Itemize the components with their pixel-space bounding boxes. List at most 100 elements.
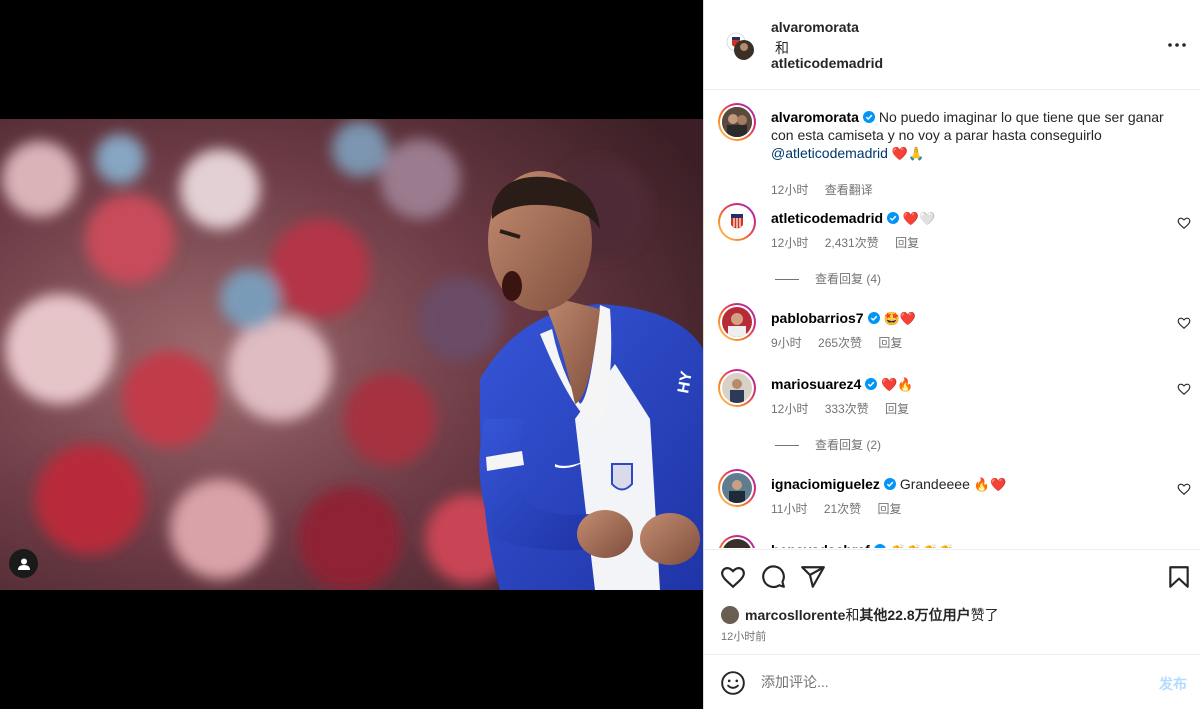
liker-avatar (721, 606, 739, 624)
comment-item: ignaciomiguelez Grandeeee 🔥❤️ 11小时 21次赞 … (704, 469, 1200, 529)
comment-username[interactable]: pablobarrios7 (771, 310, 864, 326)
caption-time[interactable]: 12小时 (771, 183, 808, 197)
caption-emojis: ❤️🙏 (891, 147, 925, 162)
comments-list[interactable]: alvaromorata No puedo imaginar lo que ti… (704, 91, 1200, 548)
reply-button[interactable]: 回复 (878, 336, 902, 350)
comment-avatar[interactable] (718, 469, 756, 507)
comment-likes[interactable]: 333次赞 (825, 402, 869, 416)
comment-meta: 12小时 333次赞 回复 (771, 400, 922, 417)
post-actions: marcosllorente和其他22.8万位用户赞了 12小时前 (704, 549, 1200, 653)
caption-mention[interactable]: @atleticodemadrid (771, 145, 888, 161)
comment-meta: 12小时 2,431次赞 回复 (771, 234, 932, 251)
comment-text: pablobarrios7 🤩❤️ (771, 309, 1171, 329)
verified-icon (887, 212, 900, 224)
comment-text: mariosuarez4 ❤️🔥 (771, 375, 1171, 395)
comment-avatar[interactable] (718, 369, 756, 407)
add-comment-bar: 发布 (704, 654, 1200, 709)
translate-link[interactable]: 查看翻译 (825, 183, 873, 197)
user-tag-button[interactable] (9, 549, 38, 578)
comment-likes[interactable]: 2,431次赞 (825, 236, 879, 250)
view-replies-line (775, 445, 799, 447)
comment-time[interactable]: 12小时 (771, 402, 808, 416)
comment-meta: 11小时 21次赞 回复 (771, 500, 915, 517)
view-replies-button[interactable]: 查看回复 (4) (775, 270, 881, 287)
verified-icon (862, 111, 875, 123)
verified-icon (874, 544, 886, 548)
comment-username[interactable]: mariosuarez4 (771, 376, 861, 392)
avatar-image (722, 373, 752, 403)
header-collaborator-username[interactable]: atleticodemadrid (771, 55, 883, 71)
user-tag-icon (17, 558, 30, 570)
view-replies-label: 查看回复 (2) (815, 438, 882, 452)
avatar-image (722, 207, 752, 237)
emoji-icon[interactable] (720, 670, 746, 696)
post-sidebar: alvaromorata 和 atleticodemadrid alvaromo… (703, 0, 1200, 709)
comment-username[interactable]: atleticodemadrid (771, 210, 883, 226)
likes-connector: 和 (845, 607, 860, 623)
comment-time[interactable]: 12小时 (771, 236, 808, 250)
heart-icon[interactable] (1177, 216, 1191, 230)
verified-icon (865, 378, 878, 390)
comment-text: ignaciomiguelez Grandeeee 🔥❤️ (771, 475, 1171, 495)
heart-icon[interactable] (1177, 316, 1191, 330)
comment-text: atleticodemadrid ❤️🤍 (771, 209, 1171, 229)
heart-icon[interactable] (720, 564, 746, 590)
likes-suffix: 赞了 (970, 607, 999, 623)
collab-avatars[interactable] (724, 29, 756, 61)
comment-emojis: ❤️🤍 (902, 212, 936, 227)
comment-username[interactable]: ignaciomiguelez (771, 476, 880, 492)
caption: alvaromorata No puedo imaginar lo que ti… (704, 103, 1200, 197)
post-comment-button[interactable]: 发布 (1159, 674, 1187, 694)
comment-likes[interactable]: 21次赞 (824, 502, 861, 516)
comment-emojis: ❤️🔥 (881, 378, 914, 393)
comment-emojis: 👏👏👏👏 (890, 544, 955, 548)
comment-item: pablobarrios7 🤩❤️ 9小时 265次赞 回复 (704, 303, 1200, 363)
comment-likes[interactable]: 265次赞 (818, 336, 862, 350)
comment-text: benayadachraf 👏👏👏👏 (771, 541, 1171, 548)
view-replies-button[interactable]: 查看回复 (2) (775, 436, 881, 453)
more-options-button[interactable] (1165, 35, 1189, 55)
avatar-image (722, 473, 752, 503)
comment-item: atleticodemadrid ❤️🤍 12小时 2,431次赞 回复 查看回… (704, 203, 1200, 286)
comment-meta: 9小时 265次赞 回复 (771, 334, 915, 351)
comment-time[interactable]: 9小时 (771, 336, 802, 350)
heart-icon[interactable] (1177, 482, 1191, 496)
verified-icon (883, 478, 896, 490)
heart-icon[interactable] (1177, 382, 1191, 396)
avatar-image (722, 107, 752, 137)
comment-avatar[interactable] (718, 203, 756, 241)
collab-avatar-image (726, 32, 754, 60)
bookmark-icon[interactable] (1166, 564, 1192, 590)
comment-body: Grandeeee (899, 476, 970, 492)
view-replies-label: 查看回复 (4) (815, 272, 882, 286)
reply-button[interactable]: 回复 (895, 236, 919, 250)
verified-icon (867, 312, 880, 324)
header-owner-username[interactable]: alvaromorata (771, 19, 859, 35)
comment-emojis: 🤩❤️ (883, 312, 916, 327)
post-header: alvaromorata 和 atleticodemadrid (704, 0, 1200, 90)
caption-text: alvaromorata No puedo imaginar lo que ti… (771, 108, 1171, 164)
comment-icon[interactable] (760, 564, 786, 590)
photo-image: HY (0, 119, 703, 590)
share-icon[interactable] (800, 564, 826, 590)
post-media: HY (0, 0, 703, 709)
comment-avatar[interactable] (718, 535, 756, 548)
post-timestamp[interactable]: 12小时前 (721, 628, 766, 644)
comment-avatar[interactable] (718, 303, 756, 341)
avatar-image (722, 307, 752, 337)
comment-item: benayadachraf 👏👏👏👏 (704, 535, 1200, 548)
comment-time[interactable]: 11小时 (771, 502, 807, 516)
more-icon (1168, 43, 1186, 47)
post-photo[interactable]: HY (0, 119, 703, 590)
caption-username[interactable]: alvaromorata (771, 109, 859, 125)
reply-button[interactable]: 回复 (885, 402, 909, 416)
comment-username[interactable]: benayadachraf (771, 542, 870, 548)
reply-button[interactable]: 回复 (878, 502, 902, 516)
caption-avatar[interactable] (718, 103, 756, 141)
comment-item: mariosuarez4 ❤️🔥 12小时 333次赞 回复 查看回复 (2) (704, 369, 1200, 452)
likes-others[interactable]: 其他22.8万位用户 (859, 607, 970, 623)
liker-username[interactable]: marcosllorente (745, 607, 845, 623)
comment-input[interactable] (761, 668, 1131, 696)
likes-summary[interactable]: marcosllorente和其他22.8万位用户赞了 (721, 605, 999, 625)
view-replies-line (775, 279, 799, 281)
